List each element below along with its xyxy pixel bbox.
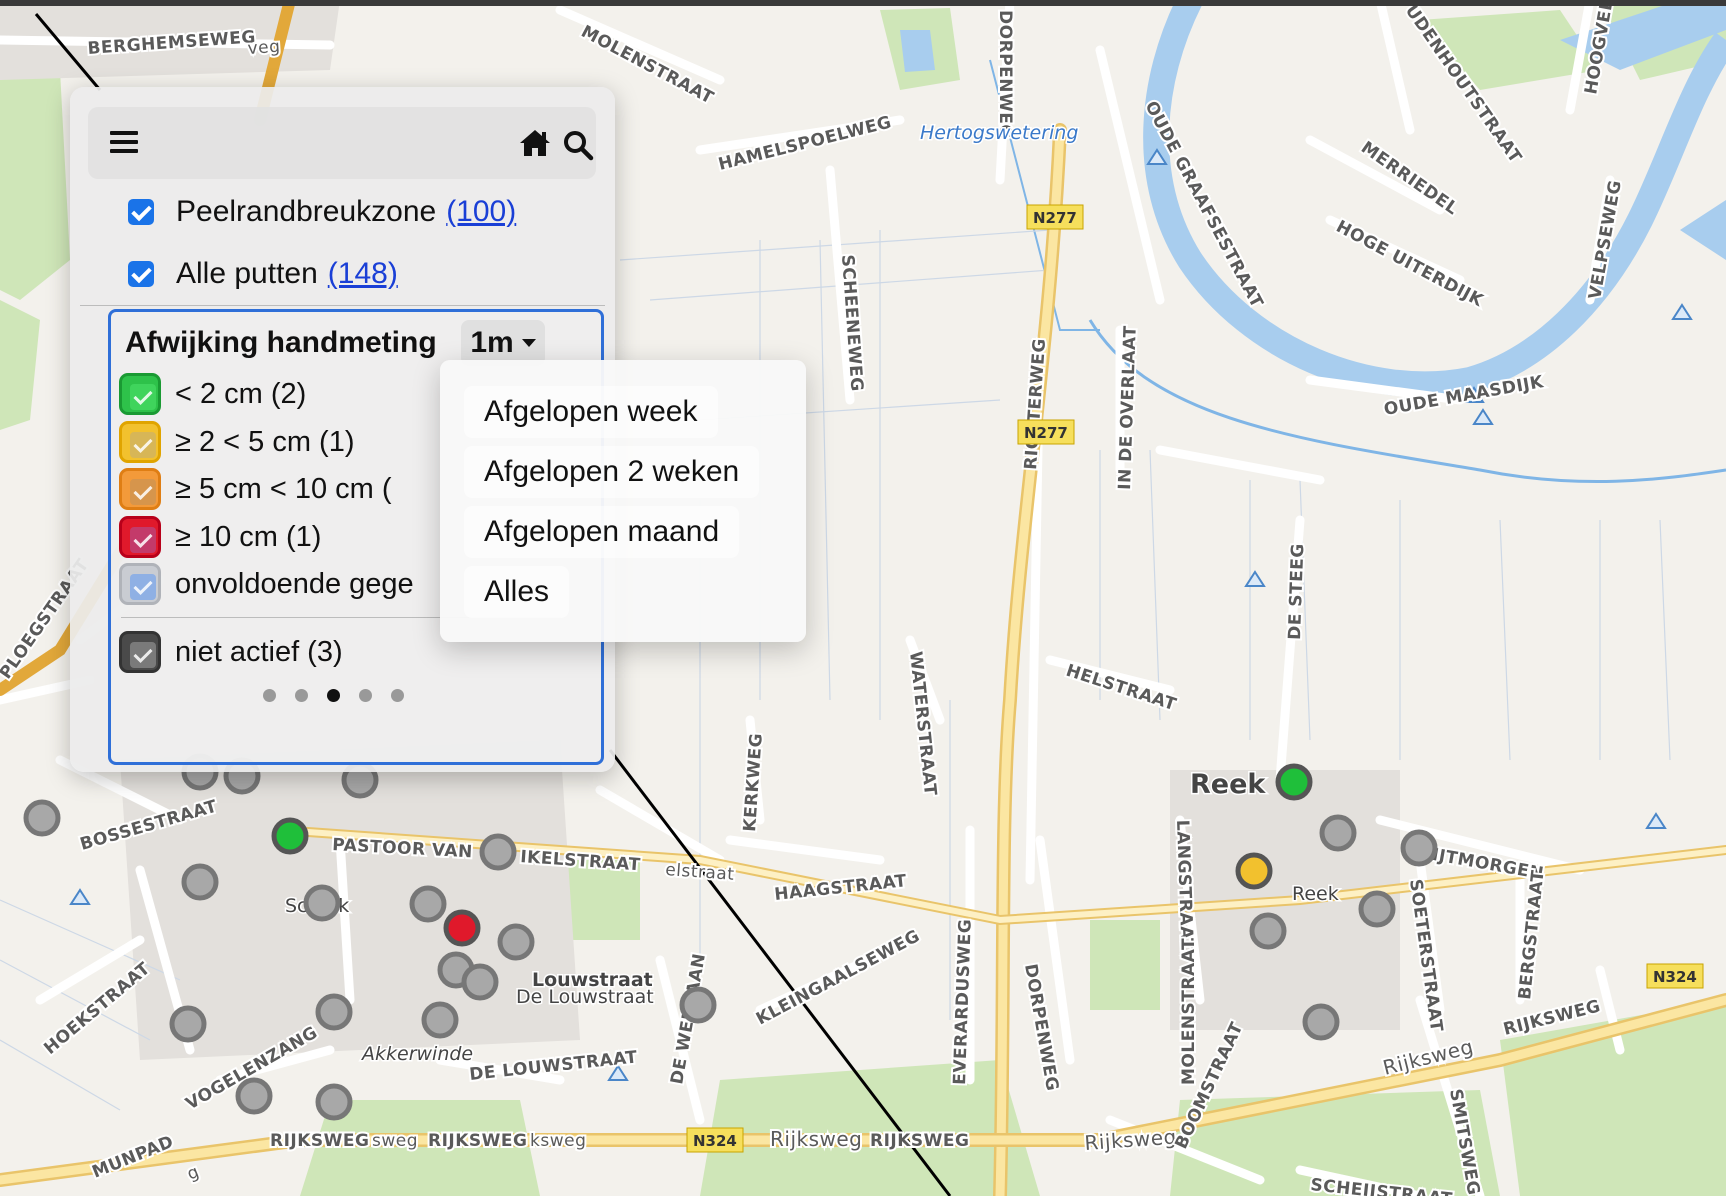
window-top-edge	[0, 0, 1726, 6]
divider	[80, 305, 605, 306]
well-marker-grey[interactable]	[1358, 890, 1396, 928]
legend-swatch-checkbox[interactable]	[119, 631, 161, 673]
panel-toolbar	[88, 107, 596, 179]
road-label: MOLENSTRAAT	[1179, 938, 1199, 1085]
period-option-week[interactable]: Afgelopen week	[464, 386, 718, 438]
place-label: Reek	[1292, 883, 1339, 905]
page-dot[interactable]	[359, 689, 372, 702]
well-marker-grey[interactable]	[235, 1077, 273, 1115]
legend-class-row[interactable]: < 2 cm (2)	[119, 370, 306, 418]
legend-class-label: ≥ 2 < 5 cm (1)	[175, 425, 355, 458]
well-marker-grey[interactable]	[23, 799, 61, 837]
well-marker-grey[interactable]	[1400, 829, 1438, 867]
legend-class-row[interactable]: ≥ 10 cm (1)	[119, 513, 321, 561]
period-option-month[interactable]: Afgelopen maand	[464, 506, 740, 558]
well-marker-red[interactable]	[443, 909, 481, 947]
hamburger-menu-icon[interactable]	[110, 131, 138, 153]
well-marker-grey[interactable]	[303, 884, 341, 922]
shield-label: N324	[693, 1132, 737, 1150]
well-marker-yellow[interactable]	[1235, 852, 1273, 890]
legend-inactive-label: niet actief (3)	[175, 635, 343, 668]
shield-label: N324	[1653, 968, 1697, 986]
shield-label: N277	[1024, 424, 1068, 442]
legend-swatch-checkbox[interactable]	[119, 468, 161, 510]
legend-class-label: onvoldoende gege	[175, 567, 414, 600]
well-marker-grey[interactable]	[1249, 912, 1287, 950]
well-marker-grey[interactable]	[409, 885, 447, 923]
page-dot[interactable]	[263, 689, 276, 702]
legend-class-label: ≥ 10 cm (1)	[175, 520, 322, 553]
road-label: RIJKSWEG	[428, 1131, 527, 1151]
water-label: Hertogswetering	[920, 122, 1078, 144]
well-marker-green[interactable]	[271, 817, 309, 855]
well-marker-grey[interactable]	[169, 1005, 207, 1043]
legend-swatch-checkbox[interactable]	[119, 563, 161, 605]
road-label: ksweg	[530, 1131, 586, 1151]
legend-class-label: < 2 cm (2)	[175, 377, 307, 410]
page-dot-active[interactable]	[327, 689, 340, 702]
well-marker-grey[interactable]	[461, 963, 499, 1001]
layer-label: Peelrandbreukzone	[176, 195, 437, 228]
period-value: 1m	[470, 326, 514, 359]
well-marker-grey[interactable]	[479, 833, 517, 871]
road-label: DORPENWEG	[995, 10, 1015, 139]
well-marker-grey[interactable]	[181, 863, 219, 901]
page-dot[interactable]	[391, 689, 404, 702]
legend-pagination	[263, 689, 404, 702]
place-label: Akkerwinde	[360, 1043, 473, 1065]
page-dot[interactable]	[295, 689, 308, 702]
legend-swatch-checkbox[interactable]	[119, 373, 161, 415]
road-label: Rijksweg	[770, 1127, 862, 1151]
place-label: De Louwstraat	[516, 986, 654, 1008]
well-marker-grey[interactable]	[315, 993, 353, 1031]
place-label: Reek	[1190, 769, 1266, 800]
alle-putten-checkbox[interactable]	[128, 261, 154, 287]
peelrandbreukzone-checkbox[interactable]	[128, 199, 154, 225]
legend-title: Afwijking handmeting	[125, 326, 437, 359]
well-marker-grey[interactable]	[497, 923, 535, 961]
layer-count-link[interactable]: (148)	[328, 257, 398, 291]
search-icon[interactable]	[562, 129, 594, 161]
legend-swatch-checkbox[interactable]	[119, 516, 161, 558]
well-marker-grey[interactable]	[421, 1001, 459, 1039]
legend-class-row[interactable]: ≥ 2 < 5 cm (1)	[119, 418, 355, 466]
well-marker-grey[interactable]	[1319, 814, 1357, 852]
period-dropdown-menu: Afgelopen week Afgelopen 2 weken Afgelop…	[440, 360, 806, 642]
well-marker-grey[interactable]	[315, 1083, 353, 1121]
caret-down-icon	[521, 339, 536, 347]
layer-label: Alle putten	[176, 257, 318, 290]
layer-toggle-alle-putten: Alle putten (148)	[128, 254, 398, 294]
well-marker-green[interactable]	[1275, 763, 1313, 801]
layer-toggle-peelrandbreukzone: Peelrandbreukzone (100)	[128, 192, 516, 232]
legend-class-label: ≥ 5 cm < 10 cm (	[175, 472, 392, 505]
well-marker-grey[interactable]	[679, 986, 717, 1024]
road-label: DE STEEG	[1285, 543, 1308, 640]
layer-count-link[interactable]: (100)	[446, 195, 516, 229]
road-label: sweg	[372, 1131, 418, 1151]
road-label: RIJKSWEG	[870, 1131, 969, 1151]
well-marker-grey[interactable]	[1302, 1003, 1340, 1041]
shield-label: N277	[1033, 209, 1077, 227]
legend-class-row[interactable]: onvoldoende gege	[119, 560, 414, 608]
legend-class-row[interactable]: ≥ 5 cm < 10 cm (	[119, 465, 392, 513]
legend-inactive-row[interactable]: niet actief (3)	[119, 628, 343, 676]
period-option-all[interactable]: Alles	[464, 566, 570, 618]
road-label: RIJKSWEG	[270, 1131, 369, 1151]
road-label: veg	[247, 37, 281, 59]
legend-swatch-checkbox[interactable]	[119, 421, 161, 463]
period-option-2-weeks[interactable]: Afgelopen 2 weken	[464, 446, 760, 498]
home-icon[interactable]	[518, 127, 552, 159]
